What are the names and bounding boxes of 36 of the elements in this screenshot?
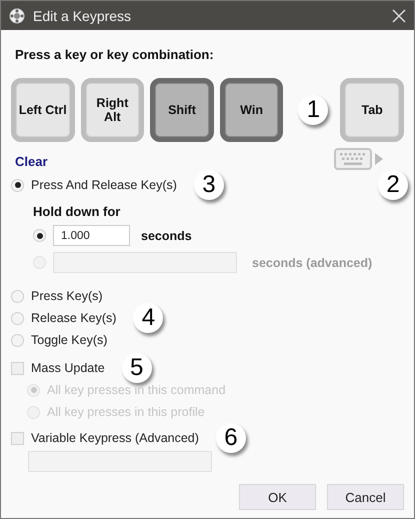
app-logo-icon (9, 8, 25, 24)
callout-number: 1 (298, 95, 328, 125)
radio-button[interactable] (11, 178, 24, 192)
unit-label: seconds (advanced) (252, 256, 372, 270)
callout-number: 6 (216, 423, 246, 453)
radio-button[interactable] (11, 312, 24, 324)
radio-button[interactable] (33, 229, 46, 242)
option-label[interactable]: Press Key(s) (31, 289, 103, 303)
close-icon[interactable] (392, 8, 406, 22)
checkbox[interactable] (11, 432, 24, 444)
callout-number: 4 (133, 303, 164, 333)
radio-button[interactable] (11, 334, 24, 346)
prompt-label: Press a key or key combination: (15, 47, 215, 62)
callout-number: 2 (378, 170, 408, 200)
key-button[interactable]: Right Alt (80, 78, 144, 142)
key-button[interactable]: Win (220, 78, 284, 142)
key-button[interactable]: Shift (150, 78, 214, 142)
dialog-button[interactable]: Cancel (327, 484, 404, 510)
checkbox[interactable] (11, 362, 24, 374)
callout-number: 5 (122, 353, 152, 383)
option-label[interactable]: Press And Release Key(s) (31, 178, 177, 192)
option-label[interactable]: Release Key(s) (31, 311, 116, 325)
clear-link[interactable]: Clear (15, 154, 48, 168)
keyboard-icon[interactable] (334, 148, 384, 170)
option-label[interactable]: Variable Keypress (Advanced) (31, 431, 199, 445)
seconds-field[interactable]: 1.000 (53, 225, 130, 246)
option-label[interactable]: Mass Update (31, 361, 105, 375)
key-button[interactable]: Tab (340, 78, 404, 142)
option-label[interactable]: Toggle Key(s) (31, 333, 108, 347)
hold-label: Hold down for (33, 204, 122, 219)
dialog-button[interactable]: OK (239, 484, 316, 510)
radio-button[interactable] (11, 290, 24, 302)
key-button[interactable]: Left Ctrl (11, 78, 75, 142)
unit-label: seconds (141, 228, 192, 242)
callout-number: 3 (194, 170, 224, 200)
window-title: Edit a Keypress (33, 8, 132, 24)
